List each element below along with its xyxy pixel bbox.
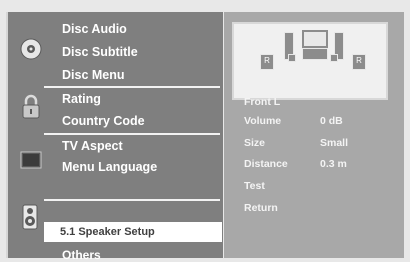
menu-item-tv-aspect[interactable]: TV Aspect [62,139,123,153]
menu-item-others[interactable]: Others [62,248,101,262]
center-speaker [302,48,328,60]
size-label[interactable]: Size [244,137,265,149]
center-screen-icon [302,30,328,48]
speaker-icon [20,204,40,230]
tv-icon [20,150,42,170]
menu-item-disc-menu[interactable]: Disc Menu [62,68,125,82]
volume-label[interactable]: Volume [244,115,281,127]
speaker-marker [330,54,338,62]
rear-left-speaker: R [260,54,274,70]
speaker-marker [288,54,296,62]
return-option[interactable]: Return [244,202,278,214]
menu-item-disc-audio[interactable]: Disc Audio [62,22,127,36]
size-value[interactable]: Small [320,137,348,149]
disc-icon [20,38,42,60]
menu-divider [44,86,220,88]
distance-value[interactable]: 0.3 m [320,158,347,170]
menu-item-menu-language[interactable]: Menu Language [62,160,157,174]
speaker-layout-diagram: R R [232,22,388,100]
menu-divider [44,199,220,201]
menu-item-rating[interactable]: Rating [62,92,101,106]
menu-divider [44,133,220,135]
volume-value[interactable]: 0 dB [320,115,343,127]
rear-right-speaker: R [352,54,366,70]
channel-label: Front L [244,96,281,108]
menu-item-speaker-setup[interactable]: 5.1 Speaker Setup [60,226,155,238]
distance-label[interactable]: Distance [244,158,288,170]
test-option[interactable]: Test [244,180,265,192]
menu-item-disc-subtitle[interactable]: Disc Subtitle [62,45,138,59]
lock-icon [20,94,42,120]
menu-item-country-code[interactable]: Country Code [62,114,145,128]
